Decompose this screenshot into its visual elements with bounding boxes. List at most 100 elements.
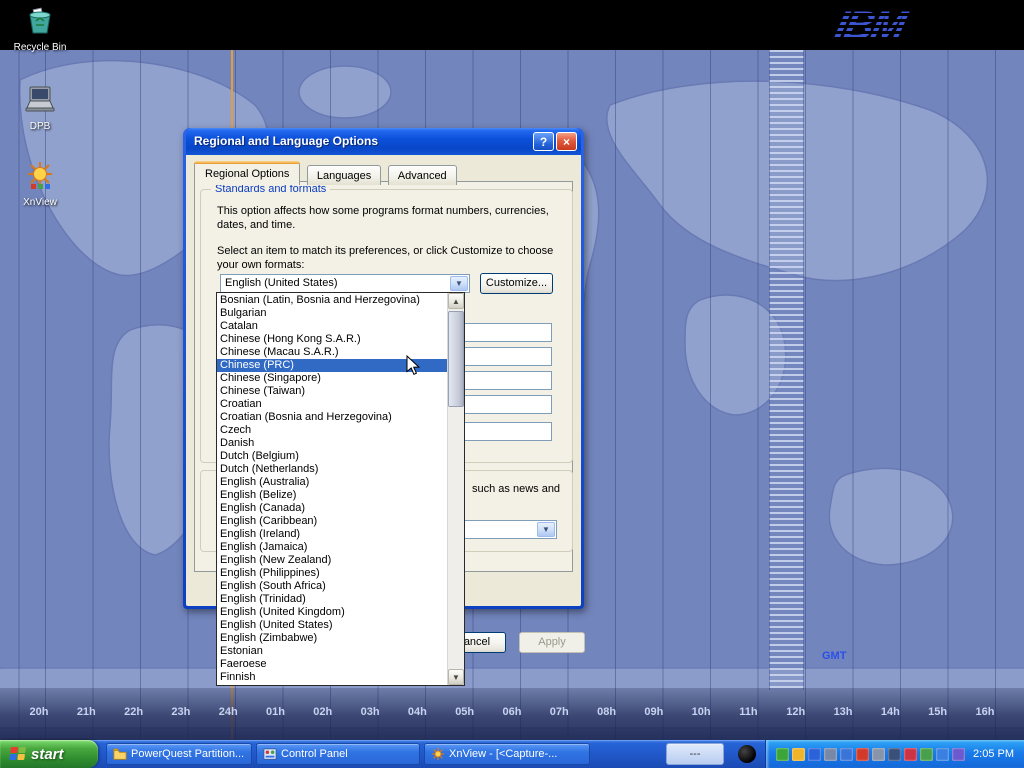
timezone-label: 05h bbox=[454, 706, 476, 718]
timezone-label: 03h bbox=[359, 706, 381, 718]
safely-remove-hardware-icon[interactable] bbox=[776, 748, 789, 761]
tray-icons bbox=[776, 748, 965, 761]
recycle-bin-icon bbox=[23, 5, 57, 37]
combobox-value: English (United States) bbox=[221, 275, 451, 292]
clock-sync-icon[interactable] bbox=[952, 748, 965, 761]
start-label: start bbox=[31, 746, 64, 763]
desktop-icon-xnview[interactable]: XnView bbox=[8, 160, 72, 210]
timezone-label: 24h bbox=[217, 706, 239, 718]
chevron-down-icon[interactable]: ▼ bbox=[537, 522, 555, 537]
tab-regional-options[interactable]: Regional Options bbox=[194, 162, 300, 185]
language-option[interactable]: Chinese (Taiwan) bbox=[217, 385, 447, 398]
desktop-icon-label: DPB bbox=[30, 121, 51, 132]
dialog-titlebar[interactable]: Regional and Language Options ? × bbox=[186, 128, 581, 155]
language-option[interactable]: English (Belize) bbox=[217, 489, 447, 502]
language-option[interactable]: Bosnian (Latin, Bosnia and Herzegovina) bbox=[217, 294, 447, 307]
language-option[interactable]: English (Trinidad) bbox=[217, 593, 447, 606]
language-option[interactable]: Chinese (PRC) bbox=[217, 359, 447, 372]
language-option[interactable]: Chinese (Hong Kong S.A.R.) bbox=[217, 333, 447, 346]
scroll-down-icon[interactable]: ▼ bbox=[448, 669, 464, 685]
language-option[interactable]: English (Jamaica) bbox=[217, 541, 447, 554]
display-settings-icon[interactable] bbox=[840, 748, 853, 761]
language-option[interactable]: English (Zimbabwe) bbox=[217, 632, 447, 645]
timezone-label: 09h bbox=[643, 706, 665, 718]
taskbar-button-control-panel[interactable]: Control Panel bbox=[256, 743, 420, 765]
language-option[interactable]: English (United States) bbox=[217, 619, 447, 632]
standards-instruction: Select an item to match its preferences,… bbox=[217, 244, 567, 272]
language-option[interactable]: English (Australia) bbox=[217, 476, 447, 489]
desktop-icon-label: XnView bbox=[23, 197, 57, 208]
location-text-fragment: such as news and bbox=[472, 482, 560, 496]
close-button[interactable]: × bbox=[556, 132, 577, 151]
language-option[interactable]: English (United Kingdom) bbox=[217, 606, 447, 619]
help-button[interactable]: ? bbox=[533, 132, 554, 151]
language-option[interactable]: Chinese (Macau S.A.R.) bbox=[217, 346, 447, 359]
taskbar-button-powerquest[interactable]: PowerQuest Partition... bbox=[106, 743, 252, 765]
language-option[interactable]: Croatian bbox=[217, 398, 447, 411]
timezone-label: 20h bbox=[28, 706, 50, 718]
laptop-icon bbox=[23, 84, 57, 116]
language-option[interactable]: Dutch (Netherlands) bbox=[217, 463, 447, 476]
scroll-up-icon[interactable]: ▲ bbox=[448, 293, 464, 309]
desktop-icon-recycle-bin[interactable]: Recycle Bin bbox=[8, 5, 72, 55]
apply-button[interactable]: Apply bbox=[519, 632, 585, 653]
timezone-label: 21h bbox=[75, 706, 97, 718]
tray-clock[interactable]: 2:05 PM bbox=[973, 748, 1014, 760]
language-format-combobox[interactable]: English (United States) ▼ bbox=[220, 274, 470, 293]
language-bar-icon[interactable] bbox=[824, 748, 837, 761]
tab-languages[interactable]: Languages bbox=[307, 165, 381, 185]
xnview-icon bbox=[431, 747, 445, 761]
timezone-label: 07h bbox=[548, 706, 570, 718]
language-option[interactable]: English (South Africa) bbox=[217, 580, 447, 593]
folder-icon bbox=[113, 747, 127, 761]
system-tray: 2:05 PM bbox=[765, 740, 1024, 768]
xnview-icon bbox=[23, 160, 57, 192]
dialog-title: Regional and Language Options bbox=[194, 128, 378, 155]
messenger-icon[interactable] bbox=[904, 748, 917, 761]
language-option[interactable]: Bulgarian bbox=[217, 307, 447, 320]
timezone-label: 22h bbox=[123, 706, 145, 718]
tab-strip: Regional Options Languages Advanced bbox=[194, 162, 459, 185]
customize-button[interactable]: Customize... bbox=[480, 273, 553, 294]
timezone-label: 04h bbox=[406, 706, 428, 718]
wireless-icon[interactable] bbox=[936, 748, 949, 761]
list-scrollbar[interactable]: ▲ ▼ bbox=[447, 293, 464, 685]
chevron-down-icon[interactable]: ▼ bbox=[450, 276, 468, 291]
taskbar: start PowerQuest Partition... Control Pa… bbox=[0, 740, 1024, 768]
battery-meter-icon[interactable] bbox=[920, 748, 933, 761]
desktop-icon-dpb[interactable]: DPB bbox=[8, 84, 72, 134]
start-button[interactable]: start bbox=[0, 740, 98, 768]
timezone-label: 23h bbox=[170, 706, 192, 718]
timezone-label: 12h bbox=[785, 706, 807, 718]
network-status-icon[interactable] bbox=[888, 748, 901, 761]
taskbar-button-xnview[interactable]: XnView - [<Capture-... bbox=[424, 743, 590, 765]
bluetooth-icon[interactable] bbox=[808, 748, 821, 761]
security-center-shield-icon[interactable] bbox=[792, 748, 805, 761]
taskbar-button-misc[interactable]: --- bbox=[666, 743, 724, 765]
language-option[interactable]: English (Caribbean) bbox=[217, 515, 447, 528]
language-option[interactable]: Croatian (Bosnia and Herzegovina) bbox=[217, 411, 447, 424]
timezone-label: 01h bbox=[264, 706, 286, 718]
language-option[interactable]: English (Canada) bbox=[217, 502, 447, 515]
language-option[interactable]: Czech bbox=[217, 424, 447, 437]
language-option[interactable]: Catalan bbox=[217, 320, 447, 333]
language-option[interactable]: Danish bbox=[217, 437, 447, 450]
tab-advanced[interactable]: Advanced bbox=[388, 165, 457, 185]
dark-app-icon[interactable] bbox=[738, 745, 756, 763]
timezone-label: 15h bbox=[927, 706, 949, 718]
language-option[interactable]: Dutch (Belgium) bbox=[217, 450, 447, 463]
language-option[interactable]: Estonian bbox=[217, 645, 447, 658]
language-option[interactable]: English (New Zealand) bbox=[217, 554, 447, 567]
scrollbar-thumb[interactable] bbox=[448, 311, 464, 407]
control-panel-icon bbox=[263, 747, 277, 761]
task-buttons: PowerQuest Partition... Control Panel Xn… bbox=[106, 740, 728, 768]
language-option[interactable]: Chinese (Singapore) bbox=[217, 372, 447, 385]
timezone-hatch-band bbox=[769, 50, 804, 690]
language-option[interactable]: English (Ireland) bbox=[217, 528, 447, 541]
language-option[interactable]: English (Philippines) bbox=[217, 567, 447, 580]
timezone-label: 02h bbox=[312, 706, 334, 718]
volume-icon[interactable] bbox=[872, 748, 885, 761]
antivirus-icon[interactable] bbox=[856, 748, 869, 761]
language-option[interactable]: Faeroese bbox=[217, 658, 447, 671]
language-option[interactable]: Finnish bbox=[217, 671, 447, 684]
